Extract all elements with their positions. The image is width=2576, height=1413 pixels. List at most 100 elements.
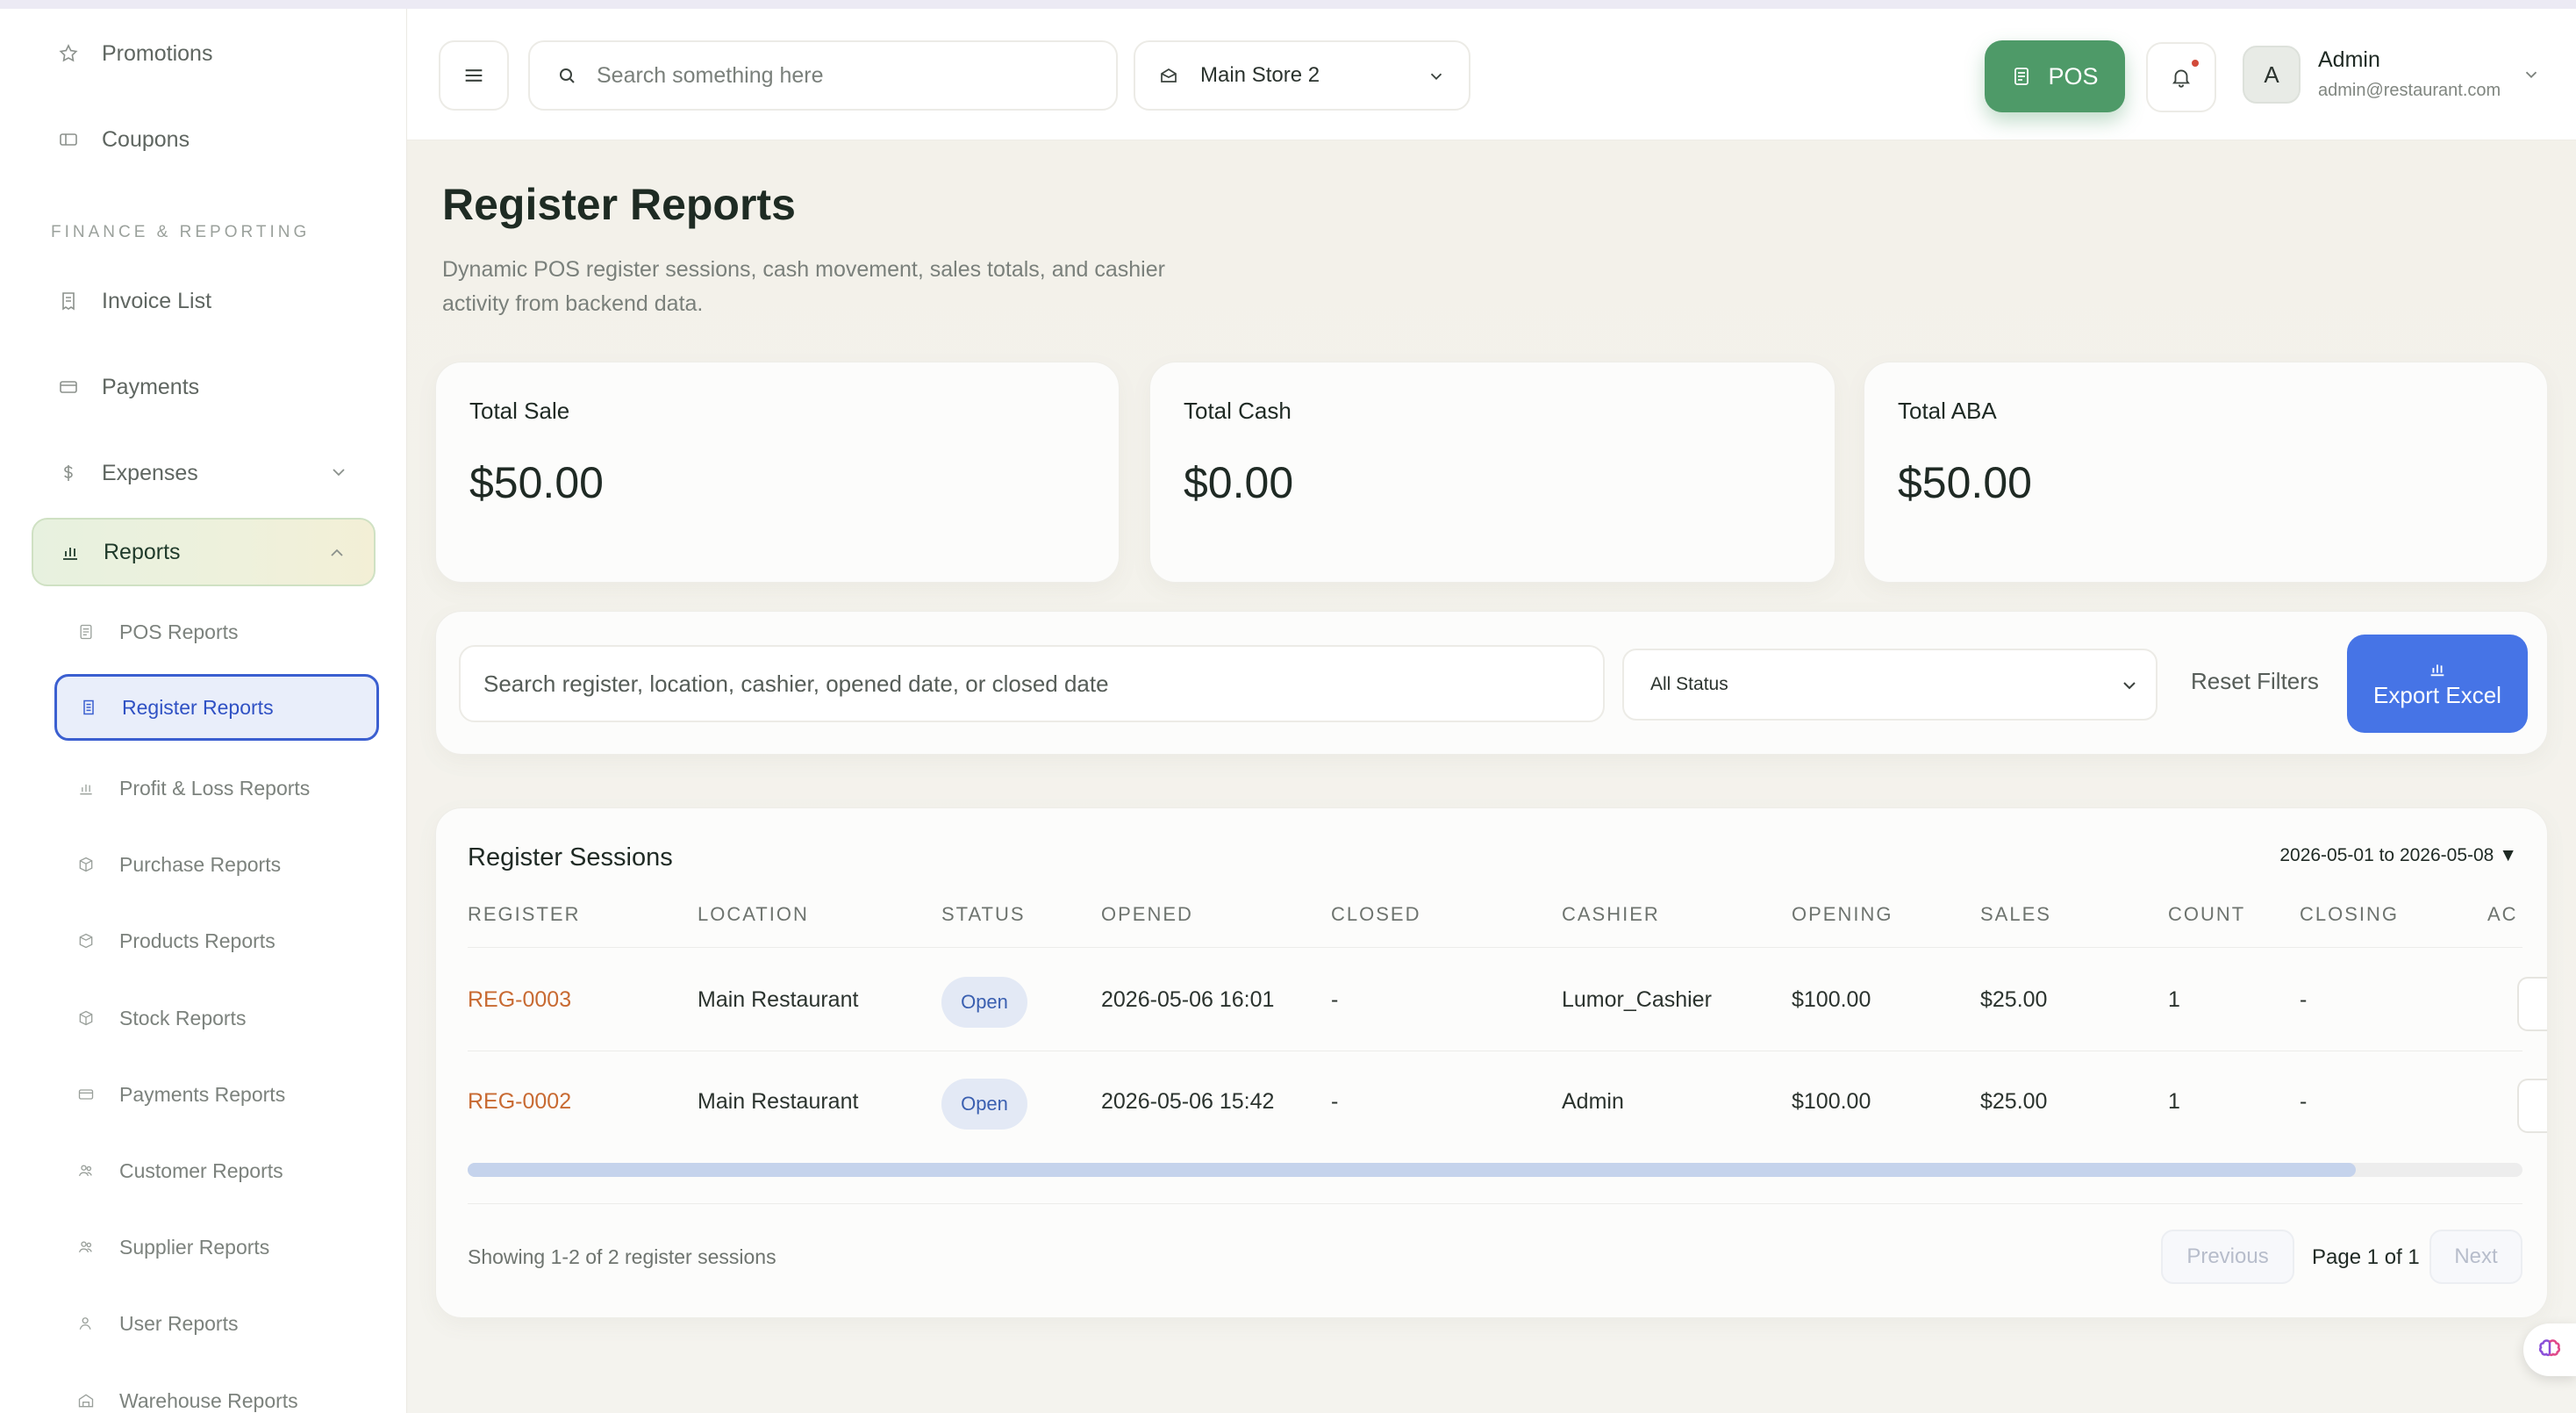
column-header-count: COUNT xyxy=(2168,903,2246,925)
cell-sales: $25.00 xyxy=(1980,1089,2048,1114)
column-header-cashier: CASHIER xyxy=(1562,903,1660,925)
cell-sales: $25.00 xyxy=(1980,987,2048,1012)
document-icon xyxy=(77,621,98,642)
receipt-icon xyxy=(56,289,81,313)
row-action-button[interactable] xyxy=(2517,1079,2547,1133)
stat-label: Total ABA xyxy=(1898,398,1997,424)
assistant-widget-button[interactable] xyxy=(2523,1323,2576,1376)
cell-count: 1 xyxy=(2168,1089,2180,1114)
next-page-button[interactable]: Next xyxy=(2429,1230,2522,1284)
section-label-finance: FINANCE & REPORTING xyxy=(51,223,311,241)
pos-icon xyxy=(2014,68,2029,85)
sidebar-subitem-payments-reports[interactable]: Payments Reports xyxy=(54,1061,379,1128)
sidebar-subitem-profit-loss-reports[interactable]: Profit & Loss Reports xyxy=(54,755,379,821)
brain-icon xyxy=(2538,1339,2561,1357)
status-select[interactable]: All Status xyxy=(1622,649,2157,721)
cell-cashier: Lumor_Cashier xyxy=(1562,987,1712,1012)
users-icon xyxy=(77,1160,98,1181)
box-icon xyxy=(77,854,98,875)
scrollbar-thumb[interactable] xyxy=(468,1163,2356,1177)
stat-card-total-sale: Total Sale $50.00 xyxy=(435,362,1120,583)
register-link[interactable]: REG-0003 xyxy=(468,987,571,1013)
menu-toggle-button[interactable] xyxy=(439,40,509,111)
chevron-down-icon xyxy=(2123,682,2136,690)
date-range-picker[interactable]: 2026-05-01 to 2026-05-08 ▼ xyxy=(2279,845,2517,866)
store-selector[interactable]: Main Store 2 xyxy=(1134,40,1470,111)
bar-chart-icon xyxy=(58,540,82,564)
store-icon xyxy=(1161,68,1177,82)
receipt-icon xyxy=(80,697,101,718)
cell-closed: - xyxy=(1331,1089,1339,1114)
ticket-icon xyxy=(56,127,81,152)
stat-label: Total Cash xyxy=(1184,398,1292,424)
sidebar-subitem-register-reports[interactable]: Register Reports xyxy=(54,674,379,741)
stat-value: $50.00 xyxy=(469,458,604,507)
chevron-down-icon xyxy=(1430,73,1442,81)
column-header-register: REGISTER xyxy=(468,903,581,925)
cell-opening: $100.00 xyxy=(1792,1089,1871,1114)
register-link[interactable]: REG-0002 xyxy=(468,1089,571,1115)
notifications-button[interactable] xyxy=(2146,42,2216,112)
top-header: Search something here Main Store 2 POS A… xyxy=(407,9,2576,140)
pagination-summary: Showing 1-2 of 2 register sessions xyxy=(468,1245,776,1268)
row-divider xyxy=(468,1203,2522,1204)
page-subtitle: Dynamic POS register sessions, cash move… xyxy=(442,257,1165,316)
sidebar-item-promotions[interactable]: Promotions xyxy=(32,19,376,88)
hamburger-icon xyxy=(465,69,483,82)
page-indicator: Page 1 of 1 xyxy=(2312,1245,2420,1269)
bar-chart-icon xyxy=(77,778,98,799)
main-content: Register Reports Dynamic POS register se… xyxy=(407,140,2576,1413)
global-search-input[interactable]: Search something here xyxy=(528,40,1118,111)
cell-opened: 2026-05-06 16:01 xyxy=(1101,987,1275,1012)
stat-value: $0.00 xyxy=(1184,458,1294,507)
sidebar-item-invoice-list[interactable]: Invoice List xyxy=(32,267,376,335)
filter-bar: Search register, location, cashier, open… xyxy=(435,611,2548,755)
column-header-sales: SALES xyxy=(1980,903,2051,925)
pos-button[interactable]: POS xyxy=(1985,40,2125,112)
sidebar: Promotions Coupons FINANCE & REPORTING I… xyxy=(0,9,407,1413)
sidebar-item-reports[interactable]: Reports xyxy=(32,518,376,586)
export-excel-button[interactable]: Export Excel xyxy=(2347,635,2528,733)
register-search-input[interactable]: Search register, location, cashier, open… xyxy=(459,645,1605,722)
card-icon xyxy=(56,375,81,399)
sidebar-subitem-warehouse-reports[interactable]: Warehouse Reports xyxy=(54,1367,379,1413)
stat-label: Total Sale xyxy=(469,398,570,424)
sidebar-item-expenses[interactable]: Expenses xyxy=(32,439,376,507)
column-header-actions: AC xyxy=(2487,903,2518,925)
sidebar-item-payments[interactable]: Payments xyxy=(32,353,376,421)
search-icon xyxy=(560,68,575,83)
bar-chart-icon xyxy=(2430,663,2444,676)
sidebar-subitem-supplier-reports[interactable]: Supplier Reports xyxy=(54,1214,379,1280)
sidebar-subitem-products-reports[interactable]: Products Reports xyxy=(54,907,379,974)
user-name[interactable]: Admin xyxy=(2318,47,2380,73)
user-email: admin@restaurant.com xyxy=(2318,81,2501,100)
stat-value: $50.00 xyxy=(1898,458,2032,507)
column-header-closed: CLOSED xyxy=(1331,903,1421,925)
chevron-down-icon xyxy=(333,469,345,477)
reset-filters-button[interactable]: Reset Filters xyxy=(2191,668,2319,695)
row-divider xyxy=(468,947,2522,948)
star-icon xyxy=(56,41,81,66)
page-title: Register Reports xyxy=(442,180,796,229)
cell-closed: - xyxy=(1331,987,1339,1012)
cell-closing: - xyxy=(2300,1089,2308,1114)
sidebar-subitem-stock-reports[interactable]: Stock Reports xyxy=(54,985,379,1051)
sidebar-subitem-purchase-reports[interactable]: Purchase Reports xyxy=(54,831,379,898)
column-header-opening: OPENING xyxy=(1792,903,1893,925)
previous-page-button[interactable]: Previous xyxy=(2161,1230,2294,1284)
chevron-down-icon[interactable] xyxy=(2522,65,2541,84)
table-title: Register Sessions xyxy=(468,843,673,871)
sidebar-subitem-customer-reports[interactable]: Customer Reports xyxy=(54,1137,379,1204)
bell-icon xyxy=(2172,69,2190,88)
sidebar-subitem-user-reports[interactable]: User Reports xyxy=(54,1290,379,1357)
sidebar-item-coupons[interactable]: Coupons xyxy=(32,105,376,174)
column-header-status: STATUS xyxy=(941,903,1026,925)
register-sessions-card: Register Sessions 2026-05-01 to 2026-05-… xyxy=(435,807,2548,1318)
status-badge: Open xyxy=(941,977,1027,1028)
column-header-closing: CLOSING xyxy=(2300,903,2400,925)
avatar[interactable]: A xyxy=(2243,46,2301,104)
warehouse-icon xyxy=(77,1390,98,1411)
box-icon xyxy=(77,1008,98,1029)
sidebar-subitem-pos-reports[interactable]: POS Reports xyxy=(54,599,379,665)
row-action-button[interactable] xyxy=(2517,977,2547,1031)
